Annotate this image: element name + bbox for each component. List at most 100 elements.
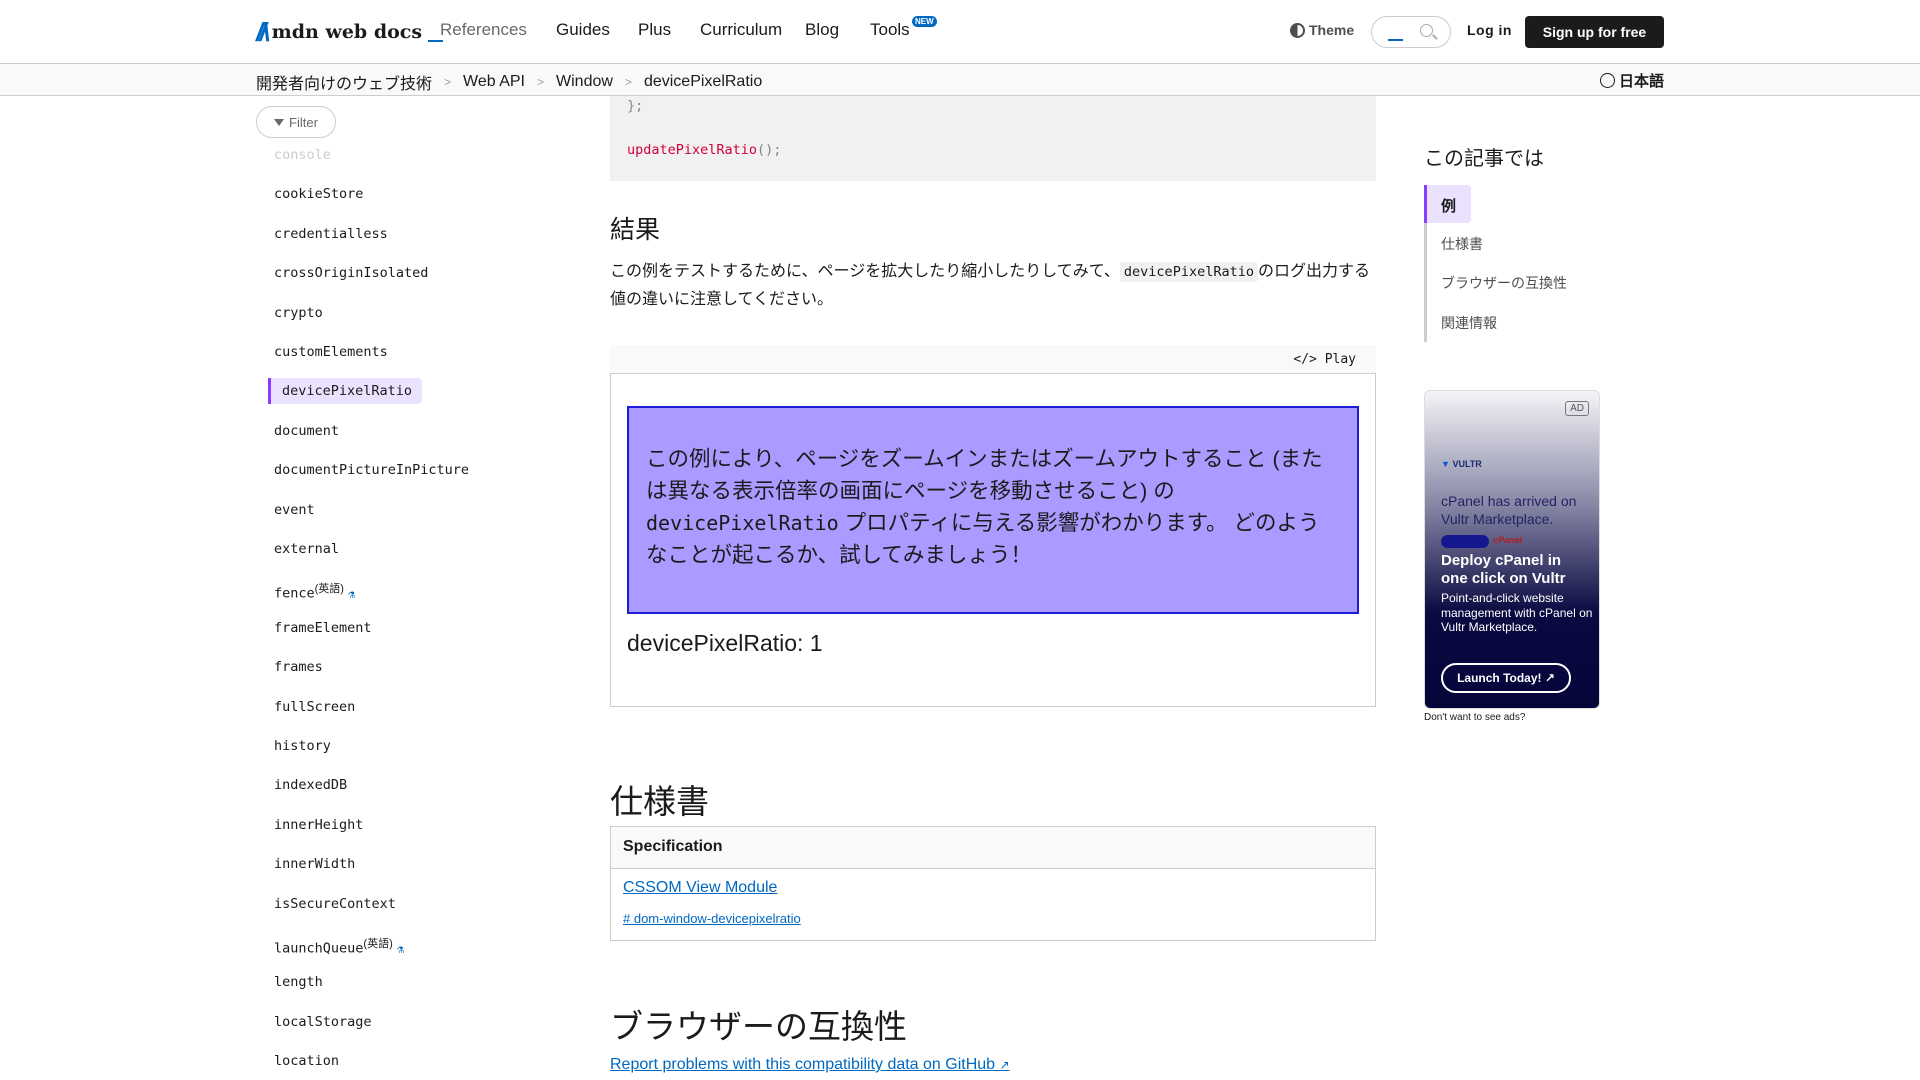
search-input[interactable] bbox=[1371, 16, 1451, 48]
sidebar-item-label: isSecureContext bbox=[274, 895, 396, 912]
spec-link[interactable]: CSSOM View Module bbox=[623, 879, 777, 897]
play-bar: </> Play bbox=[610, 345, 1376, 374]
toc-title: この記事では bbox=[1424, 148, 1544, 170]
sidebar-item[interactable]: frames bbox=[274, 659, 323, 675]
code-line: }; bbox=[627, 98, 644, 114]
spec-table-header: Specification bbox=[611, 827, 1375, 869]
sidebar-item[interactable]: localStorage bbox=[274, 1014, 372, 1030]
signup-button[interactable]: Sign up for free bbox=[1525, 16, 1664, 48]
sidebar-item-label: crossOriginIsolated bbox=[274, 265, 429, 282]
globe-icon bbox=[1600, 73, 1615, 88]
sidebar-item-label: frameElement bbox=[274, 619, 372, 636]
chevron-right-icon: > bbox=[624, 75, 632, 89]
demo-box: この例により、ページをズームインまたはズームアウトすること (または異なる表示倍… bbox=[627, 406, 1359, 614]
sidebar-item[interactable]: launchQueue(英語) ⚗ bbox=[274, 935, 407, 957]
ad-description: Point-and-click website management with … bbox=[1441, 591, 1593, 634]
spec-anchor-link[interactable]: # dom-window-devicepixelratio bbox=[623, 911, 801, 926]
sidebar-item[interactable]: devicePixelRatio bbox=[268, 378, 423, 405]
sidebar-item-label: innerWidth bbox=[274, 856, 356, 873]
sidebar-item[interactable]: customElements bbox=[274, 344, 388, 360]
inline-code: devicePixelRatio bbox=[1119, 262, 1258, 282]
sidebar-item-label: fullScreen bbox=[274, 698, 356, 715]
sidebar-item[interactable]: cookieStore bbox=[274, 186, 363, 202]
mdn-logo[interactable]: //\ mdn web docs bbox=[256, 17, 444, 47]
theme-label: Theme bbox=[1309, 22, 1355, 38]
sidebar-item[interactable]: innerHeight bbox=[274, 817, 363, 833]
sidebar-item[interactable]: crypto bbox=[274, 305, 323, 321]
sidebar-item[interactable]: fence(英語) ⚗ bbox=[274, 580, 358, 602]
english-note: (英語) bbox=[314, 583, 344, 596]
sidebar-item-label: length bbox=[274, 974, 323, 991]
breadcrumb-item[interactable]: Window bbox=[556, 73, 613, 91]
sidebar-item-label: event bbox=[274, 501, 315, 518]
sidebar-item-label: document bbox=[274, 422, 340, 439]
code-function: updatePixelRatio bbox=[627, 142, 758, 158]
dpr-output: devicePixelRatio: 1 bbox=[627, 630, 823, 656]
filter-label: Filter bbox=[289, 114, 318, 130]
sidebar-item[interactable]: isSecureContext bbox=[274, 896, 396, 912]
toc-item-spec[interactable]: 仕様書 bbox=[1441, 234, 1483, 254]
report-link[interactable]: Report problems with this compatibility … bbox=[610, 1056, 1010, 1074]
sidebar-item-label: fence bbox=[274, 585, 315, 602]
theme-icon bbox=[1290, 22, 1305, 38]
sidebar-item[interactable]: external bbox=[274, 541, 339, 557]
sidebar-item-label: console bbox=[274, 147, 331, 163]
result-heading: 結果 bbox=[610, 216, 661, 244]
toc-item-example[interactable]: 例 bbox=[1424, 185, 1471, 223]
theme-button[interactable]: Theme bbox=[1290, 22, 1354, 38]
ad-pill bbox=[1441, 535, 1489, 548]
new-badge: NEW bbox=[912, 16, 937, 27]
ad-title: Deploy cPanel in one click on Vultr bbox=[1441, 552, 1566, 587]
filter-icon bbox=[274, 118, 285, 126]
ad-tag[interactable]: AD bbox=[1565, 401, 1589, 416]
login-link[interactable]: Log in bbox=[1467, 22, 1512, 38]
sidebar-item[interactable]: console bbox=[274, 147, 331, 163]
nav-blog[interactable]: Blog bbox=[805, 20, 839, 40]
sidebar-item[interactable]: frameElement bbox=[274, 620, 372, 636]
sidebar-item-label: frames bbox=[274, 659, 323, 676]
breadcrumb-item[interactable]: devicePixelRatio bbox=[644, 73, 762, 91]
language-switcher[interactable]: 日本語 bbox=[1600, 70, 1664, 91]
sidebar-item[interactable]: location bbox=[274, 1053, 339, 1069]
sidebar-item[interactable]: length bbox=[274, 974, 323, 990]
nav-tools[interactable]: Tools NEW bbox=[870, 16, 937, 40]
sidebar-item-label: launchQueue bbox=[274, 940, 364, 957]
nav-plus[interactable]: Plus bbox=[638, 20, 671, 40]
language-label: 日本語 bbox=[1619, 73, 1665, 90]
sidebar-item[interactable]: event bbox=[274, 502, 315, 518]
breadcrumb-item[interactable]: 開発者向けのウェブ技術 bbox=[256, 70, 432, 94]
sidebar-item[interactable]: history bbox=[274, 738, 331, 754]
no-ads-link[interactable]: Don't want to see ads? bbox=[1424, 712, 1525, 723]
sidebar-item-label: devicePixelRatio bbox=[282, 383, 413, 400]
sidebar-item-label: external bbox=[274, 541, 340, 557]
toc-item-see-also[interactable]: 関連情報 bbox=[1441, 313, 1497, 333]
sidebar-item-label: history bbox=[274, 738, 331, 754]
mdn-m-icon: //\ bbox=[256, 17, 270, 47]
breadcrumb-item[interactable]: Web API bbox=[463, 73, 525, 91]
sidebar-item-label: credentialless bbox=[274, 225, 388, 242]
para-text: この例をテストするために、ページを拡大したり縮小したりしてみて、 bbox=[610, 263, 1120, 280]
sidebar-item[interactable]: documentPictureInPicture bbox=[274, 462, 469, 478]
sidebar-item[interactable]: crossOriginIsolated bbox=[274, 265, 428, 281]
sidebar-item[interactable]: indexedDB bbox=[274, 777, 347, 793]
sidebar-item-label: cookieStore bbox=[274, 186, 364, 203]
chevron-right-icon: > bbox=[537, 75, 545, 89]
nav-curriculum[interactable]: Curriculum bbox=[700, 20, 782, 40]
sidebar-item-label: documentPictureInPicture bbox=[274, 462, 470, 479]
cursor-mark bbox=[428, 40, 444, 42]
code-punct: (); bbox=[757, 142, 782, 158]
sidebar-item[interactable]: credentialless bbox=[274, 226, 388, 242]
nav-guides[interactable]: Guides bbox=[556, 20, 610, 40]
sidebar-item[interactable]: document bbox=[274, 423, 339, 439]
experimental-flask-icon: ⚗ bbox=[347, 586, 356, 601]
sidebar-item[interactable]: innerWidth bbox=[274, 856, 355, 872]
search-caret bbox=[1388, 39, 1403, 41]
nav-references[interactable]: References bbox=[440, 20, 527, 40]
sidebar-filter[interactable]: Filter bbox=[256, 106, 336, 138]
ad-banner[interactable]: AD ▼ VULTR cPanel has arrived on Vultr M… bbox=[1424, 390, 1600, 709]
sidebar-item-label: innerHeight bbox=[274, 816, 364, 833]
sidebar-item[interactable]: fullScreen bbox=[274, 699, 355, 715]
ad-cta-button[interactable]: Launch Today! ↗ bbox=[1441, 663, 1571, 693]
play-button[interactable]: </> Play bbox=[1293, 352, 1356, 367]
toc-item-compat[interactable]: ブラウザーの互換性 bbox=[1441, 273, 1567, 293]
